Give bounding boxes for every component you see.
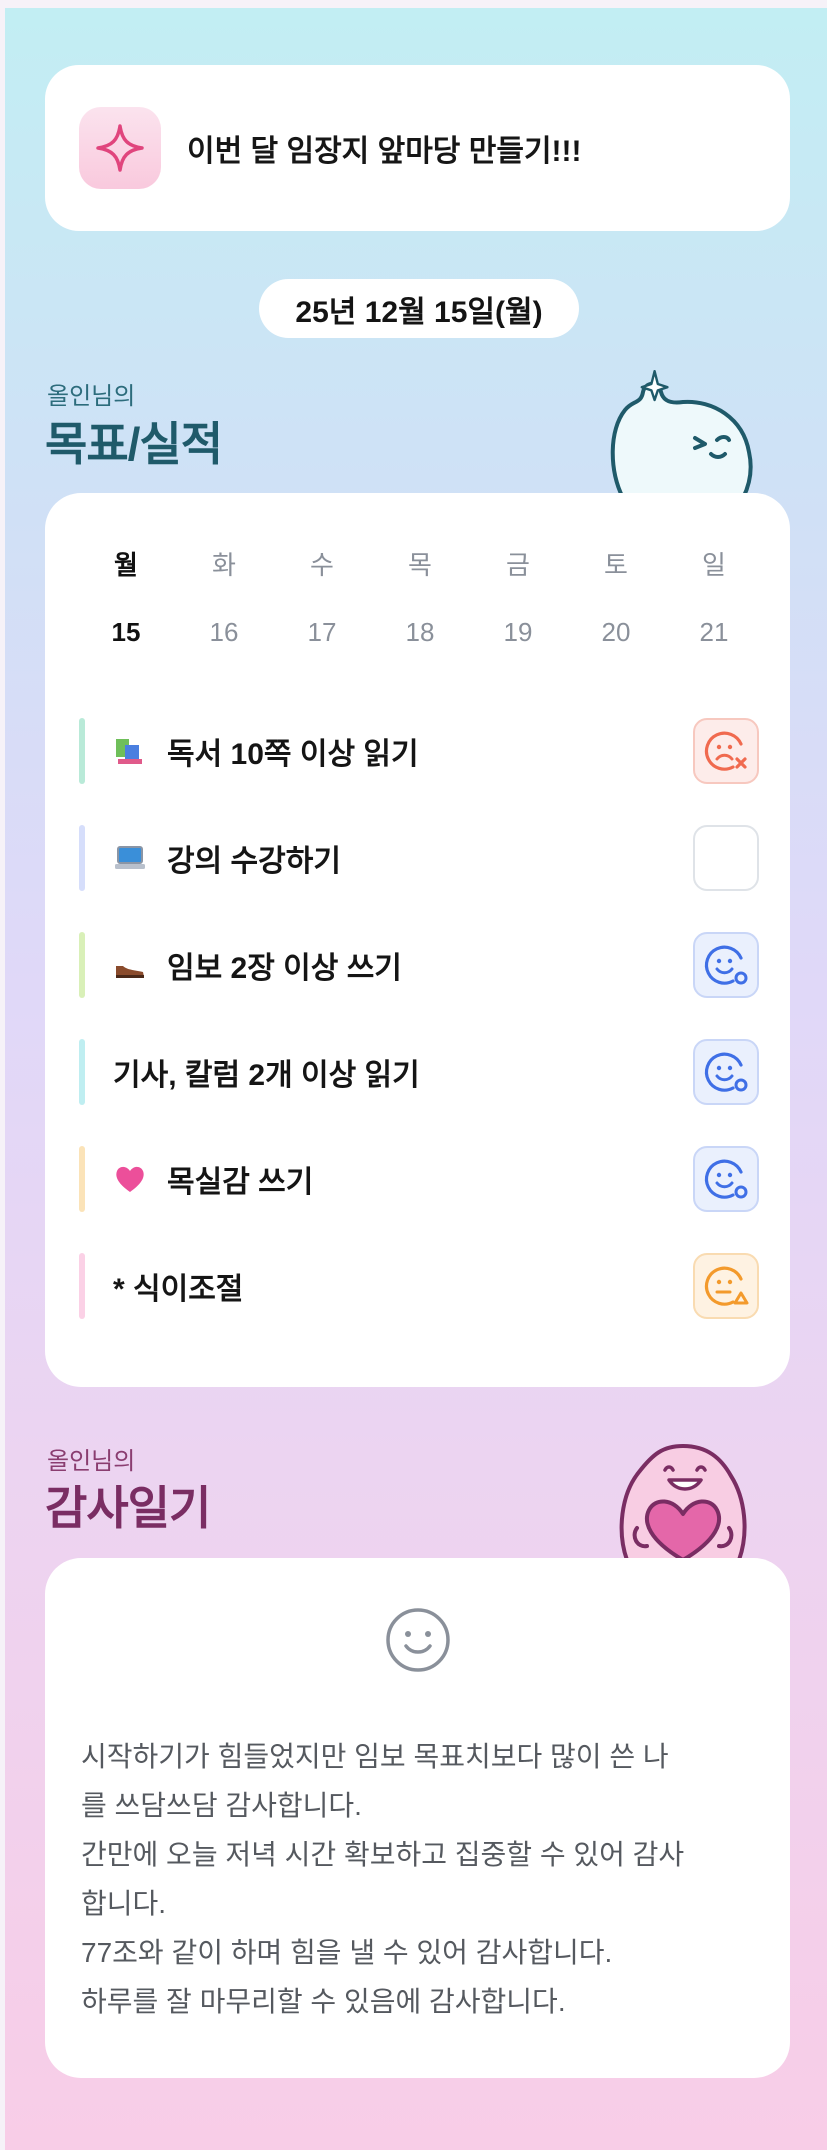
status-done-button[interactable] — [693, 1146, 759, 1212]
diary-text: 시작하기가 힘들었지만 임보 목표치보다 많이 쓴 나 를 쓰담쓰담 감사합니다… — [81, 1741, 685, 2017]
weekday-label: 일 — [702, 550, 726, 580]
date-selector[interactable]: 25년 12월 15일(월) — [259, 279, 579, 338]
laptop-icon — [113, 841, 147, 875]
ghost-mascot-illustration — [610, 370, 753, 498]
sparkle-icon — [79, 107, 161, 189]
heart-icon — [113, 1162, 147, 1196]
smile-check-icon — [704, 1052, 748, 1092]
goal-item[interactable]: * 식이조절 — [79, 1252, 759, 1320]
diary-section-title: 감사일기 — [45, 1482, 211, 1534]
pink-mascot-illustration — [619, 1444, 747, 1560]
day-button[interactable]: 15 — [77, 617, 175, 648]
day-button[interactable]: 20 — [567, 617, 665, 648]
smile-check-icon — [704, 945, 748, 985]
status-failed-button[interactable] — [693, 718, 759, 784]
weekday-label: 목 — [408, 550, 432, 580]
diary-owner-label: 올인님의 — [47, 1448, 136, 1475]
goal-item[interactable]: 강의 수강하기 — [79, 824, 759, 892]
goal-color-bar — [79, 932, 85, 998]
weekday-label: 월 — [114, 550, 138, 580]
day-row: 15 16 17 18 19 20 21 — [77, 617, 763, 648]
goal-color-bar — [79, 1146, 85, 1212]
goal-label: 목실감 쓰기 — [167, 1166, 314, 1199]
weekday-label: 수 — [310, 550, 334, 580]
day-button[interactable]: 16 — [175, 617, 273, 648]
sad-face-icon — [704, 731, 747, 771]
weekday-label: 토 — [604, 550, 628, 580]
smile-check-icon — [704, 1159, 748, 1199]
goal-item[interactable]: 기사, 칼럼 2개 이상 읽기 — [79, 1038, 759, 1106]
weekday-label: 화 — [212, 550, 236, 580]
goal-label: 독서 10쪽 이상 읽기 — [167, 738, 419, 771]
neutral-warning-face-icon — [704, 1266, 749, 1306]
goals-card: 월 화 수 목 금 토 일 15 16 17 18 19 20 21 독서 10… — [45, 493, 790, 1387]
weekday-label: 금 — [506, 550, 530, 580]
goal-banner: 이번 달 임장지 앞마당 만들기!!! — [45, 65, 790, 231]
goal-label: 임보 2장 이상 쓰기 — [167, 952, 402, 985]
day-button[interactable]: 19 — [469, 617, 567, 648]
page-background: 이번 달 임장지 앞마당 만들기!!! 25년 12월 15일(월) 올인님의 … — [5, 8, 827, 2150]
books-icon — [113, 734, 147, 768]
diary-card: 시작하기가 힘들었지만 임보 목표치보다 많이 쓴 나 를 쓰담쓰담 감사합니다… — [45, 1558, 790, 2078]
goal-color-bar — [79, 1039, 85, 1105]
weekday-row: 월 화 수 목 금 토 일 — [77, 545, 763, 582]
goal-color-bar — [79, 825, 85, 891]
day-button[interactable]: 17 — [273, 617, 371, 648]
smile-icon — [386, 1608, 450, 1672]
shoe-icon — [113, 948, 147, 982]
banner-text: 이번 달 임장지 앞마당 만들기!!! — [187, 135, 582, 168]
goal-color-bar — [79, 718, 85, 784]
status-partial-button[interactable] — [693, 1253, 759, 1319]
goal-item[interactable]: 목실감 쓰기 — [79, 1145, 759, 1213]
goal-label: 기사, 칼럼 2개 이상 읽기 — [113, 1059, 420, 1092]
goal-item[interactable]: 독서 10쪽 이상 읽기 — [79, 717, 759, 785]
goals-owner-label: 올인님의 — [47, 383, 136, 410]
goals-section-title: 목표/실적 — [45, 418, 223, 470]
status-empty-button[interactable] — [693, 825, 759, 891]
goal-label: 강의 수강하기 — [167, 845, 341, 878]
goal-color-bar — [79, 1253, 85, 1319]
goal-label: * 식이조절 — [113, 1273, 244, 1306]
day-button[interactable]: 18 — [371, 617, 469, 648]
day-button[interactable]: 21 — [665, 617, 763, 648]
goal-item[interactable]: 임보 2장 이상 쓰기 — [79, 931, 759, 999]
status-done-button[interactable] — [693, 932, 759, 998]
status-done-button[interactable] — [693, 1039, 759, 1105]
